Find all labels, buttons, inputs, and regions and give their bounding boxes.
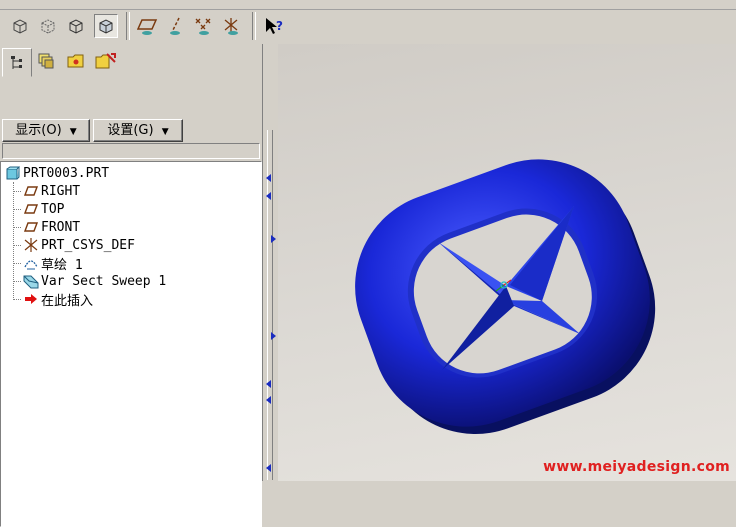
datum-axis-icon[interactable] [164, 14, 188, 38]
model-tree-tab[interactable] [2, 48, 32, 77]
tree-item-right[interactable]: RIGHT [23, 182, 80, 200]
svg-text:?: ? [276, 19, 283, 33]
tree-connector [13, 182, 14, 300]
tree-root-label: PRT0003.PRT [23, 165, 110, 181]
tree-connector [13, 263, 21, 264]
datum-point-icon[interactable] [192, 14, 216, 38]
coordinate-system-icon [23, 237, 39, 253]
main-toolbar: ? [0, 0, 736, 45]
part-icon [5, 165, 21, 181]
hidden-line-icon[interactable] [36, 14, 60, 38]
navigator-panel: 显示(O) ▼ 设置(G) ▼ PRT0003.PRT RIGHT TOP FR… [0, 44, 262, 527]
tree-connector [13, 299, 21, 300]
tree-item-sweep[interactable]: Var Sect Sweep 1 [23, 272, 166, 290]
tree-connector [13, 209, 21, 210]
wireframe-icon[interactable] [64, 14, 88, 38]
folder-browser-tab[interactable] [62, 48, 90, 74]
settings-menu-label: 设置(G) [107, 123, 154, 138]
coordinate-system-icon[interactable] [220, 14, 244, 38]
settings-menu-button[interactable]: 设置(G) ▼ [93, 119, 183, 142]
toolbar-separator [126, 12, 130, 40]
tree-connector [13, 227, 21, 228]
expand-arrow-icon[interactable] [271, 332, 276, 340]
shaded-icon[interactable] [94, 14, 118, 38]
tree-connector [13, 245, 21, 246]
tree-item-label: TOP [41, 201, 65, 217]
tree-item-label: PRT_CSYS_DEF [41, 237, 135, 253]
splitter-grip [267, 130, 273, 480]
tree-connector [13, 191, 21, 192]
datum-plane-icon [23, 183, 39, 199]
toolbar-separator [252, 12, 256, 40]
collapse-arrow-icon[interactable] [266, 192, 271, 200]
collapse-arrow-icon[interactable] [266, 174, 271, 182]
no-hidden-icon[interactable] [8, 14, 32, 38]
tree-root[interactable]: PRT0003.PRT [5, 164, 109, 182]
panel-splitter[interactable] [262, 44, 279, 481]
graphics-viewport[interactable]: www.meiyadesign.com [278, 44, 736, 481]
datum-plane-icon [23, 219, 39, 235]
tree-item-csys[interactable]: PRT_CSYS_DEF [23, 236, 135, 254]
chevron-down-icon: ▼ [161, 127, 169, 137]
tree-item-sketch[interactable]: 草绘 1 [23, 254, 83, 273]
watermark: www.meiyadesign.com [543, 459, 730, 475]
part-model[interactable] [278, 44, 736, 481]
sweep-feature-icon [23, 273, 39, 289]
tree-item-label: 草绘 1 [41, 257, 83, 273]
layers-tab[interactable] [32, 48, 60, 74]
datum-plane-icon [23, 201, 39, 217]
collapse-arrow-icon[interactable] [266, 380, 271, 388]
tree-item-label: FRONT [41, 219, 81, 235]
favorites-tab[interactable] [92, 48, 120, 74]
filter-strip [2, 143, 260, 159]
collapse-arrow-icon[interactable] [266, 464, 271, 472]
expand-arrow-icon[interactable] [271, 235, 276, 243]
show-menu-label: 显示(O) [15, 123, 62, 138]
sketch-icon [23, 255, 39, 271]
model-tree[interactable]: PRT0003.PRT RIGHT TOP FRONT PRT_CSYS_DEF… [0, 161, 262, 527]
tree-connector [13, 281, 21, 282]
tree-item-front[interactable]: FRONT [23, 218, 80, 236]
upper-toolbar-edge [0, 0, 736, 10]
insert-here-arrow-icon [23, 291, 39, 307]
tree-item-label: Var Sect Sweep 1 [41, 273, 167, 289]
tree-item-insert-here[interactable]: 在此插入 [23, 290, 94, 309]
tree-item-top[interactable]: TOP [23, 200, 64, 218]
show-menu-button[interactable]: 显示(O) ▼ [2, 119, 90, 142]
collapse-arrow-icon[interactable] [266, 396, 271, 404]
chevron-down-icon: ▼ [69, 127, 77, 137]
tree-item-label: RIGHT [41, 183, 81, 199]
datum-plane-icon[interactable] [136, 14, 160, 38]
tree-item-label: 在此插入 [41, 293, 94, 309]
context-help-icon[interactable]: ? [262, 14, 286, 38]
